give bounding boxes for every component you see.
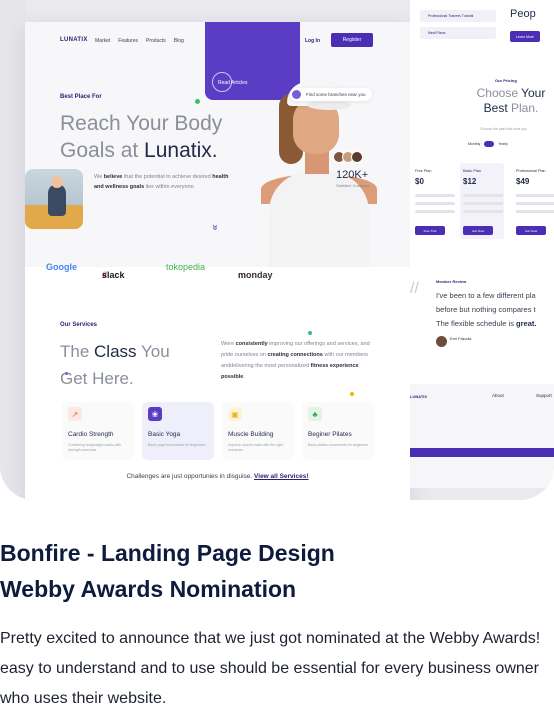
service-card-cardio[interactable]: ↗ Cardio Strength Combining bodyweight c…: [62, 402, 134, 460]
pricing-title: Choose Your Best Plan.: [476, 86, 546, 115]
tokopedia-logo: tokopedia: [166, 262, 206, 272]
services-title: The Class You Get Here.: [60, 342, 170, 388]
logo[interactable]: LUNATIX: [60, 37, 88, 43]
landing-page-mockup: Read Articles LUNATIX Market Features Pr…: [25, 22, 410, 500]
hero-woman-photo: [239, 82, 410, 267]
post-title: Bonfire - Landing Page Design Webby Awar…: [0, 535, 554, 607]
post-title-line2: Webby Awards Nomination: [0, 576, 297, 602]
pricing-subtitle: Choose the plan that suits you: [480, 127, 528, 131]
pricing-eyebrow: Our Pricing: [495, 78, 517, 83]
service-card-yoga[interactable]: ❀ Basic Yoga Basic yoga movements for be…: [142, 402, 214, 460]
post-body: Pretty excited to announce that we just …: [0, 630, 541, 707]
services-footer: Challenges are just opportunies in disgu…: [126, 473, 309, 480]
review-quote: I've been to a few different pla before …: [436, 291, 537, 328]
reviewer-name: Emi Fakuda: [436, 336, 471, 347]
yoga-icon: ❀: [148, 407, 162, 421]
meal-plans-item[interactable]: Meal Plans: [420, 27, 496, 39]
yoga-video-thumbnail[interactable]: [25, 169, 83, 229]
review-eyebrow: Member Review: [436, 279, 467, 284]
login-link[interactable]: Log In: [305, 38, 320, 44]
quote-icon: //: [410, 280, 419, 297]
billing-toggle[interactable]: Monthly Yearly: [468, 141, 508, 147]
site-footer: LUNATIX About Support: [410, 384, 554, 488]
services-description: Were consistently improving our offering…: [221, 341, 370, 380]
hero-title: Reach Your Body Goals at Lunatix.: [60, 112, 223, 162]
plan-card-professional[interactable]: Professional Plan $49 Join Now: [513, 163, 554, 239]
branch-finder-pill[interactable]: Find some branches near you: [290, 88, 372, 101]
nav-link-features[interactable]: Features: [118, 38, 138, 44]
google-logo: Google: [46, 262, 77, 272]
join-now-button[interactable]: Join Now: [516, 226, 546, 235]
learn-more-button[interactable]: Learn More: [510, 31, 540, 42]
customer-avatars: [333, 151, 363, 163]
footer-about-heading: About: [492, 393, 504, 398]
footer-support-heading: Support: [536, 393, 552, 398]
register-button[interactable]: Register: [331, 33, 373, 47]
toggle-switch: [484, 141, 495, 147]
trainers-tutorial-item[interactable]: Professional Trainers Tutorial: [420, 10, 496, 22]
nav-link-market[interactable]: Market: [95, 38, 110, 44]
view-all-services-link[interactable]: View all Services!: [254, 473, 308, 480]
customer-count-label: Satisfied Customer: [336, 183, 370, 188]
service-card-pilates[interactable]: ♣ Beginer Pilates Basic pilates movement…: [302, 402, 374, 460]
service-card-muscle[interactable]: ▣ Muscle Building Improve muscle mass wi…: [222, 402, 294, 460]
free-trial-button[interactable]: Free Trial: [415, 226, 445, 235]
running-icon: ↗: [68, 407, 82, 421]
post-title-line1: Bonfire - Landing Page Design: [0, 540, 335, 566]
chevron-double-down-icon[interactable]: »: [209, 225, 220, 231]
customer-count: 120K+: [336, 169, 369, 181]
avatar: [351, 151, 363, 163]
pricing-page-mockup: Professional Trainers Tutorial Meal Plan…: [410, 0, 554, 488]
people-heading: Peop: [510, 8, 536, 20]
plan-card-free[interactable]: Free Plan $0 Free Trial: [412, 163, 456, 239]
service-cards: ↗ Cardio Strength Combining bodyweight c…: [62, 402, 374, 462]
services-eyebrow: Our Services: [60, 322, 98, 328]
pilates-icon: ♣: [308, 407, 322, 421]
join-now-button[interactable]: Join Now: [463, 226, 493, 235]
hero-eyebrow: Best Place For: [60, 94, 102, 100]
footer-bar: [410, 448, 554, 457]
muscle-icon: ▣: [228, 407, 242, 421]
nav-link-blog[interactable]: Blog: [174, 38, 184, 44]
plan-card-basic[interactable]: Basic Plan $12 Join Now: [460, 163, 504, 239]
nav-link-products[interactable]: Products: [146, 38, 166, 44]
design-screenshot: Read Articles LUNATIX Market Features Pr…: [0, 0, 554, 500]
nav-links: Market Features Products Blog: [95, 38, 184, 44]
hero-subtitle: We believe that the potential to achieve…: [94, 174, 229, 190]
partner-logos: Google # slack tokopedia m monday: [46, 262, 273, 280]
footer-logo[interactable]: LUNATIX: [410, 394, 427, 399]
location-pin-icon: [292, 90, 301, 99]
